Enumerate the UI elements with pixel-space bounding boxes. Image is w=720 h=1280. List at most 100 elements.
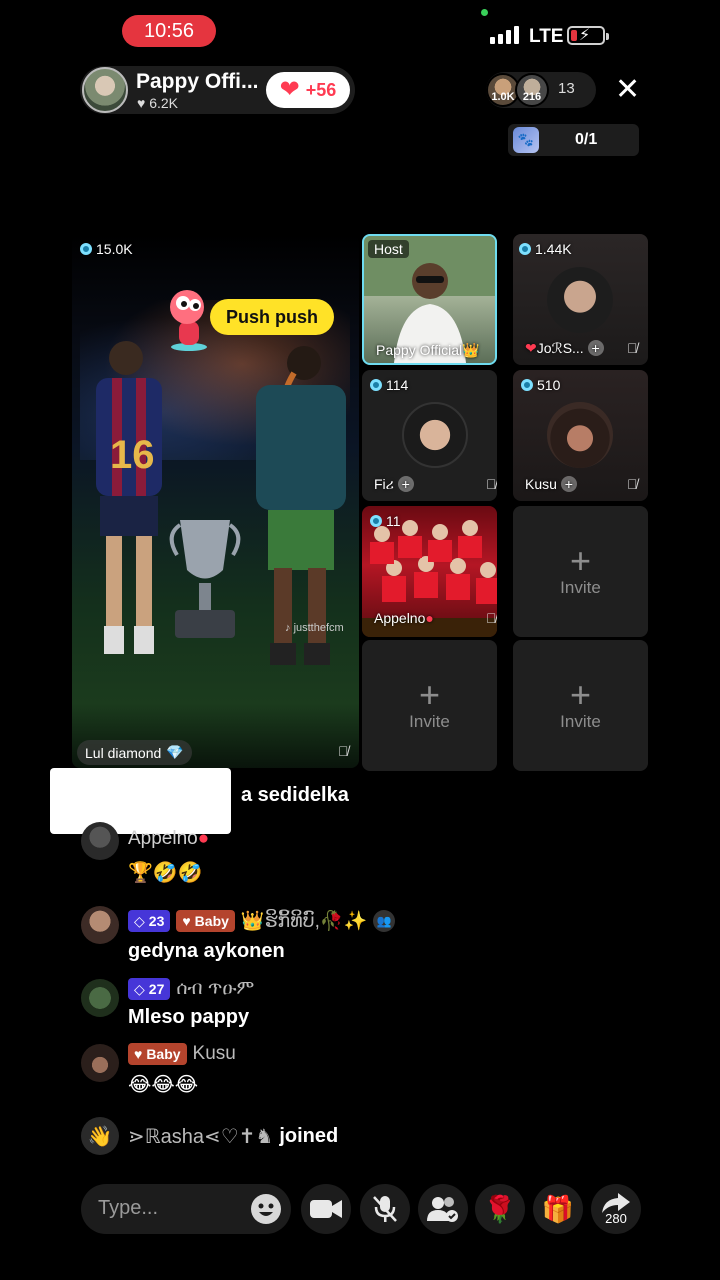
follow-plus-icon[interactable]: +: [560, 476, 577, 492]
gift-button[interactable]: 🎁: [533, 1184, 583, 1234]
guest-tile[interactable]: 11 Appelno● 🎙̸: [362, 506, 497, 637]
push-label[interactable]: Push push: [210, 299, 334, 335]
host-likes: ♥ 6.2K: [137, 95, 178, 111]
chat-user-row: ◇ 23 ♥ Baby 👑ຮິກິ້ທິບົ,🥀✨ 👥: [128, 909, 396, 933]
wave-icon: 👋: [81, 1117, 119, 1155]
camera-button[interactable]: [301, 1184, 351, 1234]
message-input-placeholder: Type...: [98, 1197, 159, 1219]
follow-plus-icon[interactable]: +: [587, 340, 604, 356]
invite-label: Invite: [560, 711, 601, 731]
chat-message: 🏆🤣🤣: [128, 862, 203, 884]
trophy-image: [169, 520, 241, 638]
mic-off-icon: [373, 1196, 397, 1222]
main-tile-name[interactable]: Lul diamond 💎: [77, 740, 192, 765]
guest-name: Pappy Official👑: [376, 342, 480, 359]
guest-score: 1.44K: [519, 241, 572, 257]
chat-username[interactable]: 👑ຮິກິ້ທິບົ,🥀✨: [241, 909, 367, 933]
invite-label: Invite: [409, 711, 450, 731]
invite-slot[interactable]: + Invite: [362, 640, 497, 771]
top-viewer-badge: 216: [522, 91, 542, 103]
level-badge-value: 27: [148, 981, 165, 997]
share-arrow-icon: [602, 1192, 630, 1213]
battery-icon: ⚡: [567, 26, 609, 45]
chat-avatar[interactable]: [81, 906, 119, 944]
chat-username[interactable]: ሰብ ጥዑም: [176, 978, 254, 1000]
diamond-icon: ◇: [134, 980, 145, 997]
privacy-indicator: [481, 9, 488, 16]
kiss-emoji-icon: 😘: [119, 779, 162, 823]
joined-label: joined: [279, 1125, 339, 1147]
heart-icon: ❤: [279, 76, 300, 103]
rose-gift-button[interactable]: 🌹: [475, 1184, 525, 1234]
guest-score: 114: [370, 377, 408, 393]
push-mascot-icon[interactable]: [165, 285, 213, 351]
level-badge: ◇ 23: [128, 910, 171, 932]
people-icon: [427, 1197, 458, 1222]
invite-slot[interactable]: + Invite: [513, 640, 648, 771]
guest-avatar: [402, 402, 468, 468]
chat-user-row: ◇ 27 ሰብ ጥዑም: [128, 978, 254, 1000]
guest-score-value: 1.44K: [535, 241, 572, 257]
host-name[interactable]: Pappy Offi...: [136, 70, 259, 94]
top-viewer-avatar[interactable]: 216: [515, 73, 549, 107]
level-badge-value: 23: [148, 913, 165, 929]
like-button[interactable]: ❤ +56: [266, 72, 350, 108]
game-icon: 🐾: [513, 127, 539, 153]
video-watermark: ♪ justthefcm: [285, 622, 344, 634]
signal-icon: [490, 26, 519, 44]
guest-name: Appelno●: [374, 610, 434, 626]
joined-username[interactable]: ⋗ℝasha⋖♡✝♞: [128, 1124, 273, 1149]
chat-avatar[interactable]: [81, 822, 119, 860]
chat-user-row: ♥ Baby Kusu: [128, 1043, 236, 1065]
guests-button[interactable]: [418, 1184, 468, 1234]
guest-tile[interactable]: 1.44K ❤JoℛS... + 🎙̸: [513, 234, 648, 365]
crown-icon: 👑: [462, 342, 480, 358]
guest-score: 510: [521, 377, 560, 393]
close-icon[interactable]: ✕: [615, 75, 640, 105]
guest-name-text: Appelno: [374, 610, 426, 626]
guest-score: 11: [370, 513, 401, 529]
host-avatar[interactable]: [82, 67, 128, 113]
rose-icon: 🌹: [483, 1193, 517, 1224]
coin-icon: [521, 379, 533, 391]
gift-icon: 🎁: [541, 1193, 575, 1224]
coin-icon: [370, 379, 382, 391]
emoji-icon[interactable]: [250, 1193, 282, 1225]
heart-icon: ♥: [134, 1046, 143, 1062]
follow-plus-icon[interactable]: +: [397, 476, 414, 492]
share-count: 280: [605, 1210, 627, 1226]
guest-name: ❤JoℛS... +: [525, 340, 604, 357]
guest-name-text: JoℛS...: [536, 340, 584, 356]
tiktok-icon: ♪: [285, 622, 294, 634]
mute-button[interactable]: [360, 1184, 410, 1234]
guest-tile[interactable]: 510 Kusu + 🎙̸: [513, 370, 648, 501]
guest-name-text: Fiሪ: [374, 476, 394, 492]
guest-tile[interactable]: 114 Fiሪ + 🎙̸: [362, 370, 497, 501]
player-figure: [256, 346, 346, 665]
chat-avatar[interactable]: [81, 979, 119, 1017]
guest-tile-host[interactable]: Host Pappy Official👑: [362, 234, 497, 365]
chat-avatar[interactable]: [81, 1044, 119, 1082]
main-tile-name-text: Lul diamond: [85, 744, 162, 761]
guest-name-text: Kusu: [525, 476, 557, 492]
fan-badge: ♥ Baby: [176, 910, 235, 932]
invite-slot[interactable]: + Invite: [513, 506, 648, 637]
kiss-emoji-icon: 😘: [165, 779, 208, 823]
network-label: LTE: [529, 26, 564, 47]
coin-icon: [80, 243, 92, 255]
invite-label: Invite: [560, 577, 601, 597]
join-notice: ⋗ℝasha⋖♡✝♞ joined: [128, 1124, 338, 1149]
heart-icon: ♥: [182, 913, 191, 929]
chat-username[interactable]: Appelno●: [128, 828, 209, 850]
guest-avatar: [547, 267, 613, 333]
share-button[interactable]: 280: [591, 1184, 641, 1234]
chat-username[interactable]: Kusu: [193, 1043, 236, 1065]
fan-badge-label: Baby: [194, 913, 229, 929]
plus-icon: +: [418, 673, 441, 715]
like-increment: +56: [305, 79, 337, 100]
guest-name: Kusu +: [525, 476, 577, 492]
video-camera-icon: [310, 1200, 342, 1218]
host-likes-value: 6.2K: [149, 95, 179, 111]
top-viewer-badge: 1.0K: [491, 91, 515, 103]
viewer-count: 13: [558, 80, 575, 97]
